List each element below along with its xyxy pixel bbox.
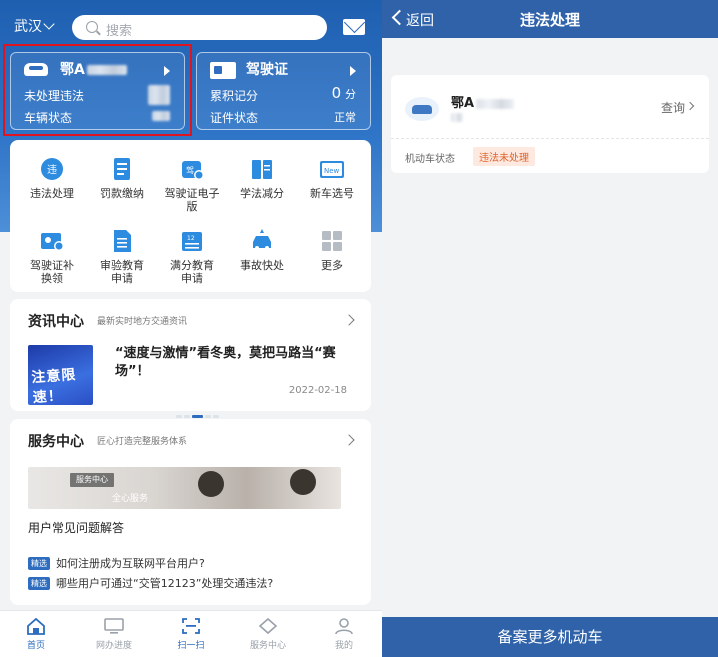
license-status-value: 正常 — [334, 111, 356, 124]
plate-mask — [476, 98, 515, 109]
service-fine[interactable]: 罚款缴纳 — [88, 156, 156, 200]
faq-item[interactable]: 精选 如何注册成为互联网平台用户? — [28, 555, 205, 571]
scan-icon — [181, 617, 201, 635]
license-card[interactable]: 驾驶证 累积记分 0 分 证件状态 正常 — [196, 52, 371, 130]
service-e-license[interactable]: 驾 驾驶证电子版 — [158, 156, 226, 213]
service-review-edu[interactable]: 审验教育申请 — [88, 228, 156, 285]
e-license-icon: 驾 — [179, 156, 205, 182]
tab-home[interactable]: 首页 — [6, 615, 66, 651]
service-banner[interactable]: 服务中心 全心服务 — [28, 467, 341, 509]
search-icon — [86, 21, 98, 33]
svg-text:New: New — [324, 167, 340, 175]
arrow-right-icon — [350, 66, 356, 76]
mail-icon[interactable] — [343, 19, 365, 35]
chevron-right-icon[interactable] — [343, 434, 355, 446]
search-input[interactable]: 搜索 — [72, 15, 327, 40]
service-fullscore-edu[interactable]: 12 满分教育申请 — [158, 228, 226, 285]
page-title: 违法处理 — [519, 11, 580, 29]
tab-profile[interactable]: 我的 — [314, 615, 374, 651]
new-plate-icon: New — [319, 156, 345, 182]
tab-progress[interactable]: 网办进度 — [84, 615, 144, 651]
service-study[interactable]: 学法减分 — [228, 156, 296, 200]
vehicle-plate: 鄂A — [451, 92, 515, 111]
service-accident[interactable]: 事故快处 — [228, 228, 296, 272]
violation-icon: 违 — [39, 156, 65, 182]
chevron-right-icon[interactable] — [343, 314, 355, 326]
more-icon — [319, 228, 345, 254]
license-title: 驾驶证 — [246, 62, 288, 78]
svg-text:违: 违 — [47, 164, 57, 176]
news-subtitle: 最新实时地方交通资讯 — [97, 317, 188, 327]
search-placeholder: 搜索 — [106, 24, 133, 39]
status-badge: 违法未处理 — [473, 147, 535, 166]
city-selector[interactable]: 武汉 — [14, 16, 42, 36]
license-renew-icon — [39, 228, 65, 254]
query-button[interactable]: 查询 — [661, 99, 685, 116]
service-more[interactable]: 更多 — [298, 228, 366, 272]
fullscore-edu-icon: 12 — [179, 228, 205, 254]
register-more-button[interactable]: 备案更多机动车 — [382, 617, 718, 657]
svg-text:12: 12 — [187, 235, 195, 242]
violation-screen: 返回 违法处理 鄂A 查询 机动车状态 违法未处理 备案更多机动车 — [382, 0, 718, 657]
news-title: 资讯中心 — [28, 314, 84, 330]
id-card-icon — [210, 62, 236, 79]
news-date: 2022-02-18 — [288, 385, 347, 396]
tab-service[interactable]: 服务中心 — [238, 615, 298, 651]
vehicle-type-mask — [451, 113, 463, 122]
service-new-plate[interactable]: New 新车选号 — [298, 156, 366, 200]
accident-icon — [249, 228, 275, 254]
points-label: 累积记分 — [210, 89, 259, 103]
vehicle-item[interactable]: 鄂A 查询 机动车状态 违法未处理 — [391, 75, 709, 173]
divider — [391, 138, 709, 139]
chevron-right-icon[interactable] — [685, 101, 695, 111]
service-grid: 违 违法处理 罚款缴纳 驾 驾驶证电子版 学法减分 New 新车选号 驾驶证补换… — [10, 140, 371, 292]
news-headline[interactable]: “速度与激情”看冬奥，莫把马路当“赛场”！ — [115, 345, 355, 381]
agent-image — [198, 471, 224, 497]
service-center-subtitle: 匠心打造完整服务体系 — [97, 437, 188, 447]
news-center: 资讯中心 最新实时地方交通资讯 注意限速！ “速度与激情”看冬奥，莫把马路当“赛… — [10, 299, 371, 418]
home-icon — [26, 617, 46, 635]
home-screen: 武汉 搜索 鄂A 未处理违法 车辆状态 驾驶证 累积记分 0 分 证件状态 正常… — [0, 0, 382, 657]
service-license-renew[interactable]: 驾驶证补换领 — [18, 228, 86, 285]
car-icon — [405, 97, 439, 121]
faq-title: 用户常见问题解答 — [28, 521, 125, 535]
svg-text:驾: 驾 — [186, 165, 194, 175]
agent-image — [290, 469, 316, 495]
chevron-down-icon[interactable] — [43, 18, 55, 30]
tab-scan[interactable]: 扫一扫 — [161, 615, 221, 651]
study-icon — [249, 156, 275, 182]
nav-header: 返回 违法处理 — [382, 0, 718, 38]
fine-icon — [109, 156, 135, 182]
bottom-tab-bar: 首页 网办进度 扫一扫 服务中心 我的 — [0, 610, 382, 657]
profile-icon — [334, 617, 354, 635]
service-icon — [258, 617, 278, 635]
review-edu-icon — [109, 228, 135, 254]
points-value: 0 分 — [331, 84, 356, 102]
highlight-frame — [3, 44, 192, 136]
status-label: 机动车状态 — [405, 154, 455, 165]
news-thumbnail[interactable]: 注意限速！ — [28, 345, 93, 405]
faq-item[interactable]: 精选 哪些用户可通过“交管12123”处理交通违法? — [28, 575, 273, 591]
service-center: 服务中心 匠心打造完整服务体系 服务中心 全心服务 用户常见问题解答 精选 如何注… — [10, 419, 371, 605]
service-violation[interactable]: 违 违法处理 — [18, 156, 86, 200]
service-center-title: 服务中心 — [28, 434, 84, 450]
progress-icon — [104, 617, 124, 635]
license-status-label: 证件状态 — [210, 111, 259, 125]
